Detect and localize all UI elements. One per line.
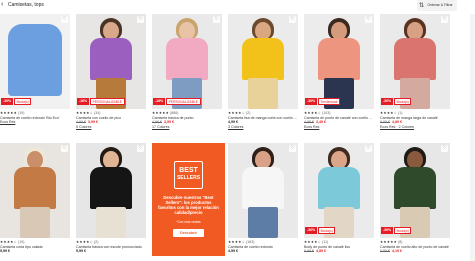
chevron-left-icon[interactable]: ‹ [1, 1, 3, 8]
old-price: 4,99 € [76, 120, 86, 125]
sort-filter-label: Ordenar & Filtrar [427, 2, 453, 7]
product-name[interactable]: Camiseta básica con escote pronunciado [76, 245, 146, 250]
colors-link[interactable]: Ecos Rek [304, 125, 374, 130]
top-bar: ‹ Camisetas, tops ⇅ Ordenar & Filtrar [0, 0, 475, 12]
product-image[interactable]: ♡ [228, 143, 298, 238]
product-image[interactable]: ♡ -16% PERSONALIZABLE [76, 14, 146, 109]
discount-badge: -30% [381, 227, 394, 234]
sale-price: 4,89 € [392, 120, 402, 125]
rating-count: (2) [246, 111, 251, 115]
colors-link[interactable]: 5 Colores [76, 125, 146, 130]
favorite-icon[interactable]: ♡ [289, 16, 296, 23]
favorite-icon[interactable]: ♡ [61, 145, 68, 152]
product-tag: Moda(s) [318, 227, 336, 234]
favorite-icon[interactable]: ♡ [289, 145, 296, 152]
rating-count: (2) [94, 240, 99, 244]
favorite-icon[interactable]: ♡ [213, 16, 220, 23]
best-sellers-logo: BEST SELLERS [174, 161, 203, 189]
old-price: 4,99 € [304, 120, 314, 125]
rating-stars: ★★★★☆ [380, 111, 398, 115]
old-price: 4,99 € [152, 120, 162, 125]
product-image[interactable]: ♡ -30% Moda(s) [0, 14, 70, 109]
rating-stars: ★★★★☆ [76, 111, 94, 115]
rating-count: (19) [18, 240, 25, 244]
sale-price: 4,89 € [316, 249, 326, 254]
discount-badge: -16% [153, 98, 166, 105]
discount-badge: -30% [1, 98, 14, 105]
rating-stars: ★★★★☆ [304, 240, 322, 244]
favorite-icon[interactable]: ♡ [137, 145, 144, 152]
rating-count: (11) [322, 240, 329, 244]
sort-filter-button[interactable]: ⇅ Ordenar & Filtrar [417, 0, 457, 11]
product-image[interactable]: ♡ -30% Tendencias [304, 14, 374, 109]
rating-count: (19) [18, 111, 25, 115]
rating-stars: ★★★★☆ [76, 240, 94, 244]
product-image[interactable]: ♡ -30% Moda(s) [304, 143, 374, 238]
best-sellers-promo[interactable]: BEST SELLERS Descubre nuestros "Best Sel… [152, 143, 225, 256]
product-image[interactable]: ♡ [0, 143, 70, 238]
product-tag: Moda(s) [14, 98, 32, 105]
colors-link[interactable]: Ecos Rek [0, 120, 70, 125]
promo-text: Descubre nuestros "Best Sellers": los pr… [158, 195, 219, 215]
best-sellers-logo-line1: BEST [179, 167, 198, 174]
product-image[interactable]: ♡ [228, 14, 298, 109]
sliders-icon: ⇅ [418, 3, 425, 9]
rating-stars: ★★★★★ [0, 111, 18, 115]
favorite-icon[interactable]: ♡ [441, 16, 448, 23]
favorite-icon[interactable]: ♡ [365, 145, 372, 152]
discount-badge: -16% [77, 98, 90, 105]
rating-count: (1) [398, 111, 403, 115]
rating-stars: ★★★★☆ [0, 240, 18, 244]
best-sellers-logo-line2: SELLERS [176, 175, 201, 181]
sale-price: 3,99 € [88, 120, 98, 125]
old-price: 6,99 € [304, 249, 314, 254]
sale-price: 3,49 € [316, 120, 326, 125]
rating-count: (183) [246, 240, 255, 244]
price: 4,99 € [228, 249, 238, 254]
promo-footnote: *Con más ventas [176, 220, 201, 224]
product-image[interactable]: ♡ -30% Moda(s) [380, 14, 450, 109]
rating-stars: ★★★★★ [380, 240, 398, 244]
discount-badge: -30% [381, 98, 394, 105]
colors-link[interactable]: Ecos Rek · 2 Colores [380, 125, 450, 130]
rating-stars: ★★★★☆ [228, 111, 246, 115]
product-image[interactable]: ♡ [76, 143, 146, 238]
product-tag: PERSONALIZABLE [166, 98, 201, 105]
discount-badge: -30% [305, 227, 318, 234]
favorite-icon[interactable]: ♡ [441, 145, 448, 152]
product-tag: Tendencias [318, 98, 340, 105]
sale-price: 3,99 € [164, 120, 174, 125]
product-tag: PERSONALIZABLE [90, 98, 125, 105]
favorite-icon[interactable]: ♡ [365, 16, 372, 23]
colors-link[interactable]: 17 Colores [152, 125, 222, 130]
product-image[interactable]: ♡ -16% PERSONALIZABLE [152, 14, 222, 109]
rating-count: (34) [94, 111, 101, 115]
rating-stars: ★★★★★ [152, 111, 170, 115]
product-name[interactable]: Camiseta lisa de manga corta con cuello … [228, 116, 298, 121]
favorite-icon[interactable]: ♡ [61, 16, 68, 23]
product-image[interactable]: ♡ -30% Moda(s) [380, 143, 450, 238]
favorite-icon[interactable]: ♡ [137, 16, 144, 23]
old-price: 5,99 € [380, 249, 390, 254]
price: 5,99 € [76, 249, 86, 254]
rating-stars: ★★★★☆ [304, 111, 322, 115]
rating-stars: ★★★★☆ [228, 240, 246, 244]
page-title: Camisetas, tops [8, 2, 44, 8]
sale-price: 4,19 € [392, 249, 402, 254]
rating-count: (8) [398, 240, 403, 244]
discount-badge: -30% [305, 98, 318, 105]
product-tag: Moda(s) [394, 227, 412, 234]
price: 5,99 € [0, 249, 10, 254]
price: 4,99 € [228, 120, 238, 125]
product-tag: Moda(s) [394, 98, 412, 105]
colors-link[interactable]: 3 Colores [228, 125, 298, 130]
rating-count: (886) [170, 111, 179, 115]
old-price: 6,99 € [380, 120, 390, 125]
rating-count: (103) [322, 111, 331, 115]
scroll-edge [470, 14, 475, 261]
discover-button[interactable]: Descubrir [173, 229, 204, 237]
